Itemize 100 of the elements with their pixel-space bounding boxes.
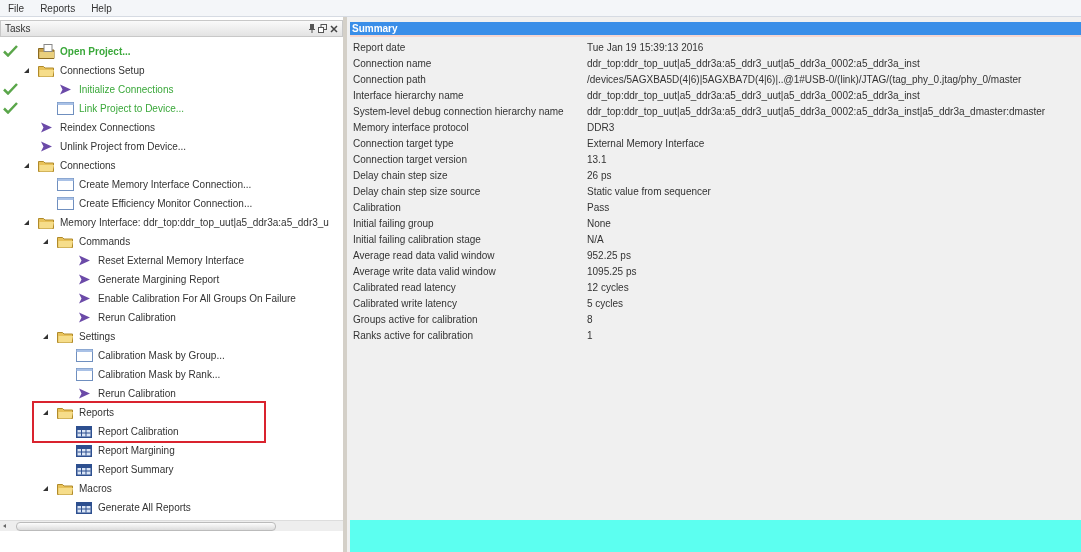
collapse-triangle-icon[interactable] xyxy=(43,410,48,415)
project-icon xyxy=(37,44,55,59)
property-value: 12 cycles xyxy=(587,280,629,295)
tree-item[interactable]: Generate All Reports xyxy=(98,500,191,515)
property-value: 5 cycles xyxy=(587,296,624,311)
property-value: External Memory Interface xyxy=(587,136,705,151)
folder-icon xyxy=(37,64,55,77)
tree-item[interactable]: Rerun Calibration xyxy=(98,310,176,325)
panel-title: Tasks xyxy=(5,22,31,36)
play-arrow-icon xyxy=(77,255,91,266)
property-label: Interface hierarchy name xyxy=(352,88,465,103)
window-icon xyxy=(75,368,93,381)
close-icon[interactable] xyxy=(330,24,338,33)
property-label: Memory interface protocol xyxy=(352,120,470,135)
play-arrow-icon xyxy=(77,274,91,285)
collapse-triangle-icon[interactable] xyxy=(43,239,48,244)
menu-item[interactable]: File xyxy=(8,0,25,16)
folder-icon xyxy=(56,235,74,248)
property-value: 26 ps xyxy=(587,168,612,183)
property-value: /devices/5AGXBA5D(4|6)|5AGXBA7D(4|6)|..@1#USB-0/(link)/JTAG/(tag_phy_0.jtag/phy_0/master xyxy=(587,72,1022,87)
property-value: 8 xyxy=(587,312,593,327)
window-icon xyxy=(56,197,74,210)
tree-item[interactable]: Connections Setup xyxy=(60,63,145,78)
property-label: Connection target type xyxy=(352,136,455,151)
property-label: Ranks active for calibration xyxy=(352,328,475,343)
tree-item[interactable]: Reports xyxy=(79,405,114,420)
property-label: Calibration xyxy=(352,200,402,215)
window-icon xyxy=(56,102,74,115)
collapse-triangle-icon[interactable] xyxy=(24,68,29,73)
tree-item[interactable]: Report Summary xyxy=(98,462,174,477)
property-value: Static value from sequencer xyxy=(587,184,711,199)
tree-item[interactable]: Report Calibration xyxy=(98,424,179,439)
property-label: Average write data valid window xyxy=(352,264,497,279)
property-label: Connection path xyxy=(352,72,427,87)
tree-item[interactable]: Commands xyxy=(79,234,131,249)
table-icon xyxy=(76,501,92,514)
property-value: ddr_top:ddr_top_uut|a5_ddr3a:a5_ddr3_uut|a5_ddr3a_0002:a5_ddr3a_inst xyxy=(587,56,920,71)
table-icon xyxy=(76,425,92,438)
tree-item[interactable]: Connections xyxy=(60,158,116,173)
folder-icon xyxy=(37,216,55,229)
float-icon[interactable] xyxy=(318,24,327,33)
table-icon xyxy=(76,463,92,476)
tree-item[interactable]: Reset External Memory Interface xyxy=(98,253,245,268)
tree-item[interactable]: Report Margining xyxy=(98,443,175,458)
property-value: None xyxy=(587,216,611,231)
play-arrow-icon xyxy=(39,122,53,133)
tree-item[interactable]: Generate Margining Report xyxy=(98,272,220,287)
property-label: Report date xyxy=(352,40,407,55)
play-arrow-icon xyxy=(39,141,53,152)
property-value: Tue Jan 19 15:39:13 2016 xyxy=(587,40,704,55)
property-label: Initial failing group xyxy=(352,216,435,231)
tree-item[interactable]: Reindex Connections xyxy=(60,120,156,135)
play-arrow-icon xyxy=(77,312,91,323)
pin-icon[interactable] xyxy=(309,24,315,33)
property-label: Delay chain step size source xyxy=(352,184,482,199)
property-label: Delay chain step size xyxy=(352,168,449,183)
tree-item[interactable]: Calibration Mask by Group... xyxy=(98,348,225,363)
play-arrow-icon xyxy=(77,388,91,399)
property-value: 1095.25 ps xyxy=(587,264,637,279)
property-label: Calibrated write latency xyxy=(352,296,458,311)
scroll-thumb[interactable] xyxy=(16,521,276,531)
property-label: System-level debug connection hierarchy name xyxy=(352,104,565,119)
window-icon xyxy=(56,178,74,191)
menu-item[interactable]: Help xyxy=(91,0,112,16)
tree-item[interactable]: Enable Calibration For All Groups On Failure xyxy=(98,291,296,306)
property-label: Calibrated read latency xyxy=(352,280,457,295)
property-value: ddr_top:ddr_top_uut|a5_ddr3a:a5_ddr3_uut|a5_ddr3a_0002:a5_ddr3a_inst|a5_ddr3a_dmaster:dmaster xyxy=(587,104,1046,119)
property-label: Connection name xyxy=(352,56,433,71)
tree-item[interactable]: Unlink Project from Device... xyxy=(60,139,187,154)
collapse-triangle-icon[interactable] xyxy=(43,486,48,491)
property-value: 1 xyxy=(587,328,593,343)
tree-item[interactable]: Macros xyxy=(79,481,112,496)
tree-item[interactable]: Memory Interface: ddr_top:ddr_top_uut|a5_ddr3a:a5_ddr3_u xyxy=(60,215,329,230)
property-label: Connection target version xyxy=(352,152,468,167)
property-label: Average read data valid window xyxy=(352,248,496,263)
property-value: DDR3 xyxy=(587,120,615,135)
folder-icon xyxy=(56,406,74,419)
folder-icon xyxy=(37,159,55,172)
play-arrow-icon xyxy=(77,293,91,304)
tree-item[interactable]: Create Efficiency Monitor Connection... xyxy=(79,196,253,211)
menu-item[interactable]: Reports xyxy=(40,0,76,16)
property-label: Groups active for calibration xyxy=(352,312,479,327)
horizontal-scrollbar[interactable] xyxy=(0,520,343,531)
property-label: Initial failing calibration stage xyxy=(352,232,482,247)
property-value: 952.25 ps xyxy=(587,248,631,263)
tree-item[interactable]: Calibration Mask by Rank... xyxy=(98,367,221,382)
tree-item[interactable]: Settings xyxy=(79,329,116,344)
property-value: Pass xyxy=(587,200,610,215)
collapse-triangle-icon[interactable] xyxy=(24,163,29,168)
summary-header: Summary xyxy=(350,22,1081,37)
tree-item[interactable]: Rerun Calibration xyxy=(98,386,176,401)
folder-icon xyxy=(56,330,74,343)
collapse-triangle-icon[interactable] xyxy=(43,334,48,339)
window-icon xyxy=(75,349,93,362)
play-arrow-icon xyxy=(58,84,72,95)
table-icon xyxy=(76,444,92,457)
property-value: ddr_top:ddr_top_uut|a5_ddr3a:a5_ddr3_uut|a5_ddr3a_0002:a5_ddr3a_inst xyxy=(587,88,920,103)
collapse-triangle-icon[interactable] xyxy=(24,220,29,225)
folder-icon xyxy=(56,482,74,495)
tree-item[interactable]: Create Memory Interface Connection... xyxy=(79,177,252,192)
